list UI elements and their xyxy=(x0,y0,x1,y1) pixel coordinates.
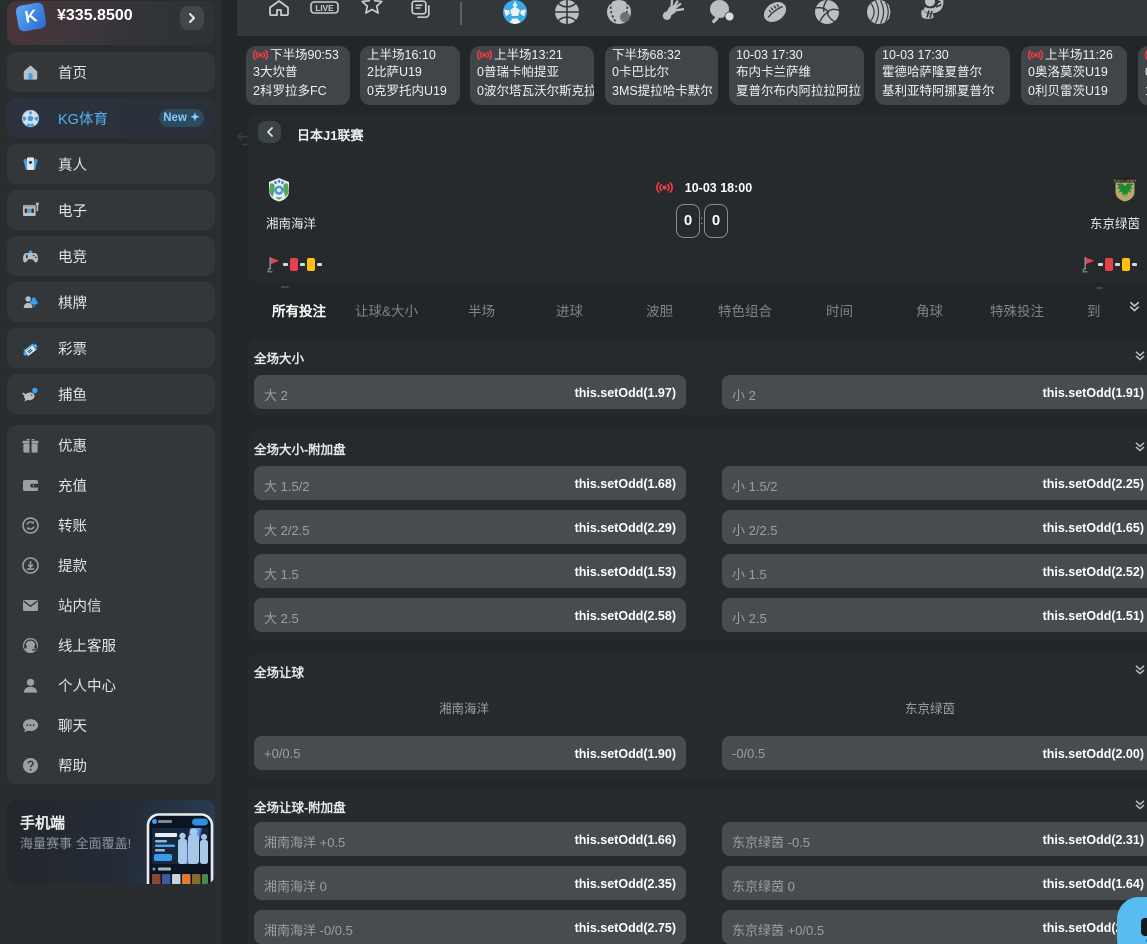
svg-text:LIVE: LIVE xyxy=(315,4,334,13)
svg-text:TOKYO VERDY: TOKYO VERDY xyxy=(1114,179,1137,183)
